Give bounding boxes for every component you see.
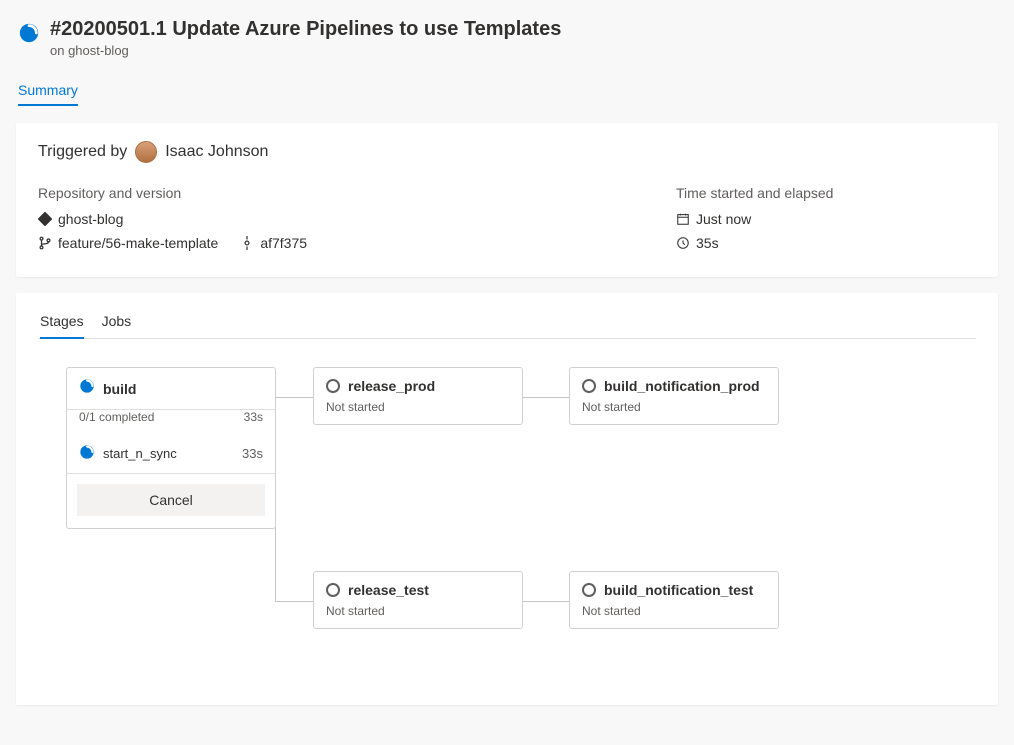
stage-name: build [103,381,136,397]
stage-release-test[interactable]: release_test Not started [313,571,523,629]
stage-name: build_notification_test [604,582,753,598]
running-icon [18,22,40,44]
cancel-button[interactable]: Cancel [77,484,265,516]
not-started-icon [582,583,596,597]
stages-card: Stages Jobs build 0/1 completed 33s [16,293,998,705]
main-tabs: Summary [0,76,1014,107]
stage-graph: build 0/1 completed 33s start_n_sync 33s… [52,367,976,687]
stage-progress: 0/1 completed [79,410,154,424]
not-started-icon [326,379,340,393]
stage-name: release_prod [348,378,435,394]
stage-build-notification-prod[interactable]: build_notification_prod Not started [569,367,779,425]
inner-tabs: Stages Jobs [38,305,976,339]
calendar-icon [676,212,690,226]
stage-build[interactable]: build 0/1 completed 33s start_n_sync 33s… [66,367,276,529]
job-row[interactable]: start_n_sync 33s [67,434,275,474]
time-label: Time started and elapsed [676,185,976,201]
not-started-icon [326,583,340,597]
stage-name: build_notification_prod [604,378,760,394]
tab-jobs[interactable]: Jobs [102,305,132,338]
tab-summary[interactable]: Summary [18,76,78,106]
not-started-icon [582,379,596,393]
run-title: #20200501.1 Update Azure Pipelines to us… [50,18,561,41]
stage-build-notification-test[interactable]: build_notification_test Not started [569,571,779,629]
stage-status: Not started [582,604,641,618]
stage-status: Not started [326,604,385,618]
stage-status: Not started [582,400,641,414]
time-started: Just now [696,211,751,227]
summary-card: Triggered by Isaac Johnson Repository an… [16,123,998,277]
repo-version-label: Repository and version [38,185,676,201]
branch-name[interactable]: feature/56-make-template [58,235,218,251]
triggered-by-label: Triggered by [38,143,127,161]
run-subtitle: on ghost-blog [50,43,561,58]
stage-duration: 33s [244,410,263,424]
commit-hash[interactable]: af7f375 [260,235,307,251]
commit-icon [240,236,254,250]
avatar [135,141,157,163]
stage-release-prod[interactable]: release_prod Not started [313,367,523,425]
time-elapsed: 35s [696,235,719,251]
triggered-by-user[interactable]: Isaac Johnson [165,143,268,161]
stage-name: release_test [348,582,429,598]
job-duration: 33s [242,446,263,461]
running-icon [79,444,95,463]
tab-stages[interactable]: Stages [40,305,84,339]
stage-status: Not started [326,400,385,414]
branch-icon [38,236,52,250]
clock-icon [676,236,690,250]
git-repo-icon [38,212,52,226]
job-name: start_n_sync [103,446,177,461]
repo-name[interactable]: ghost-blog [58,211,123,227]
running-icon [79,378,95,399]
